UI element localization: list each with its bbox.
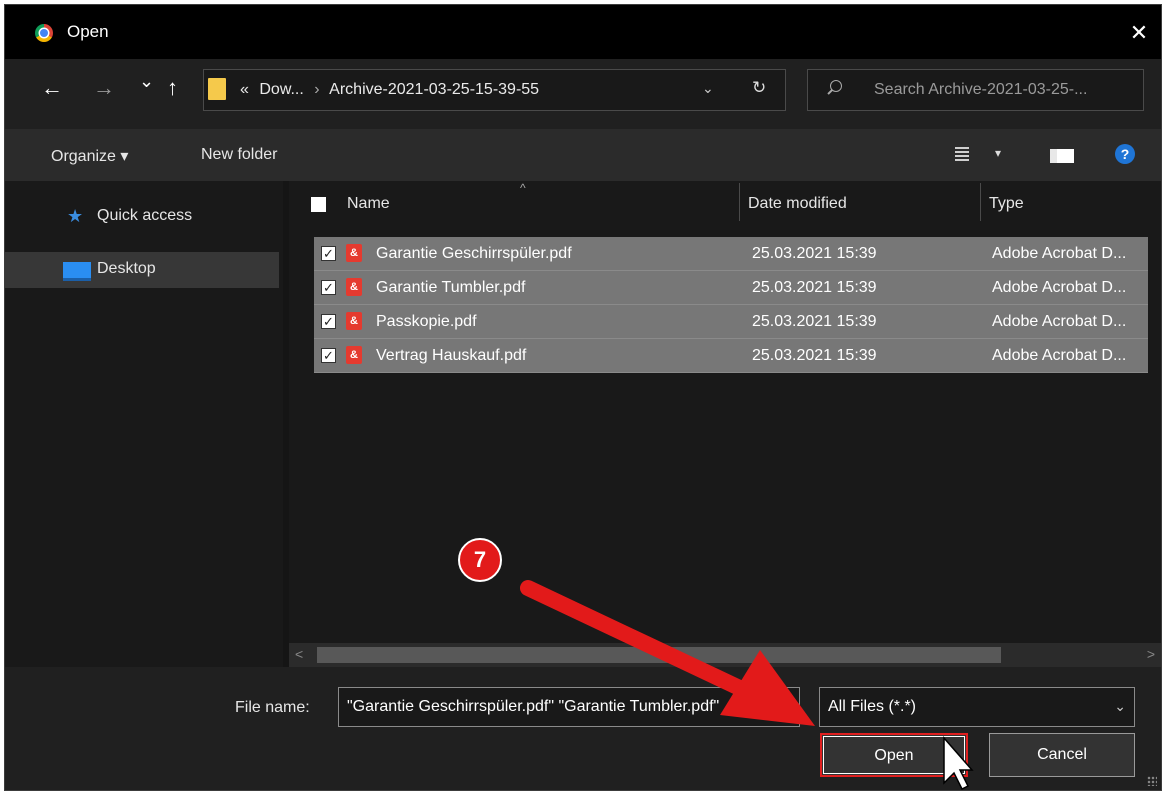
step-number-badge: 7 (458, 538, 502, 582)
mouse-cursor-icon (943, 736, 974, 791)
annotation-arrow (520, 580, 974, 791)
